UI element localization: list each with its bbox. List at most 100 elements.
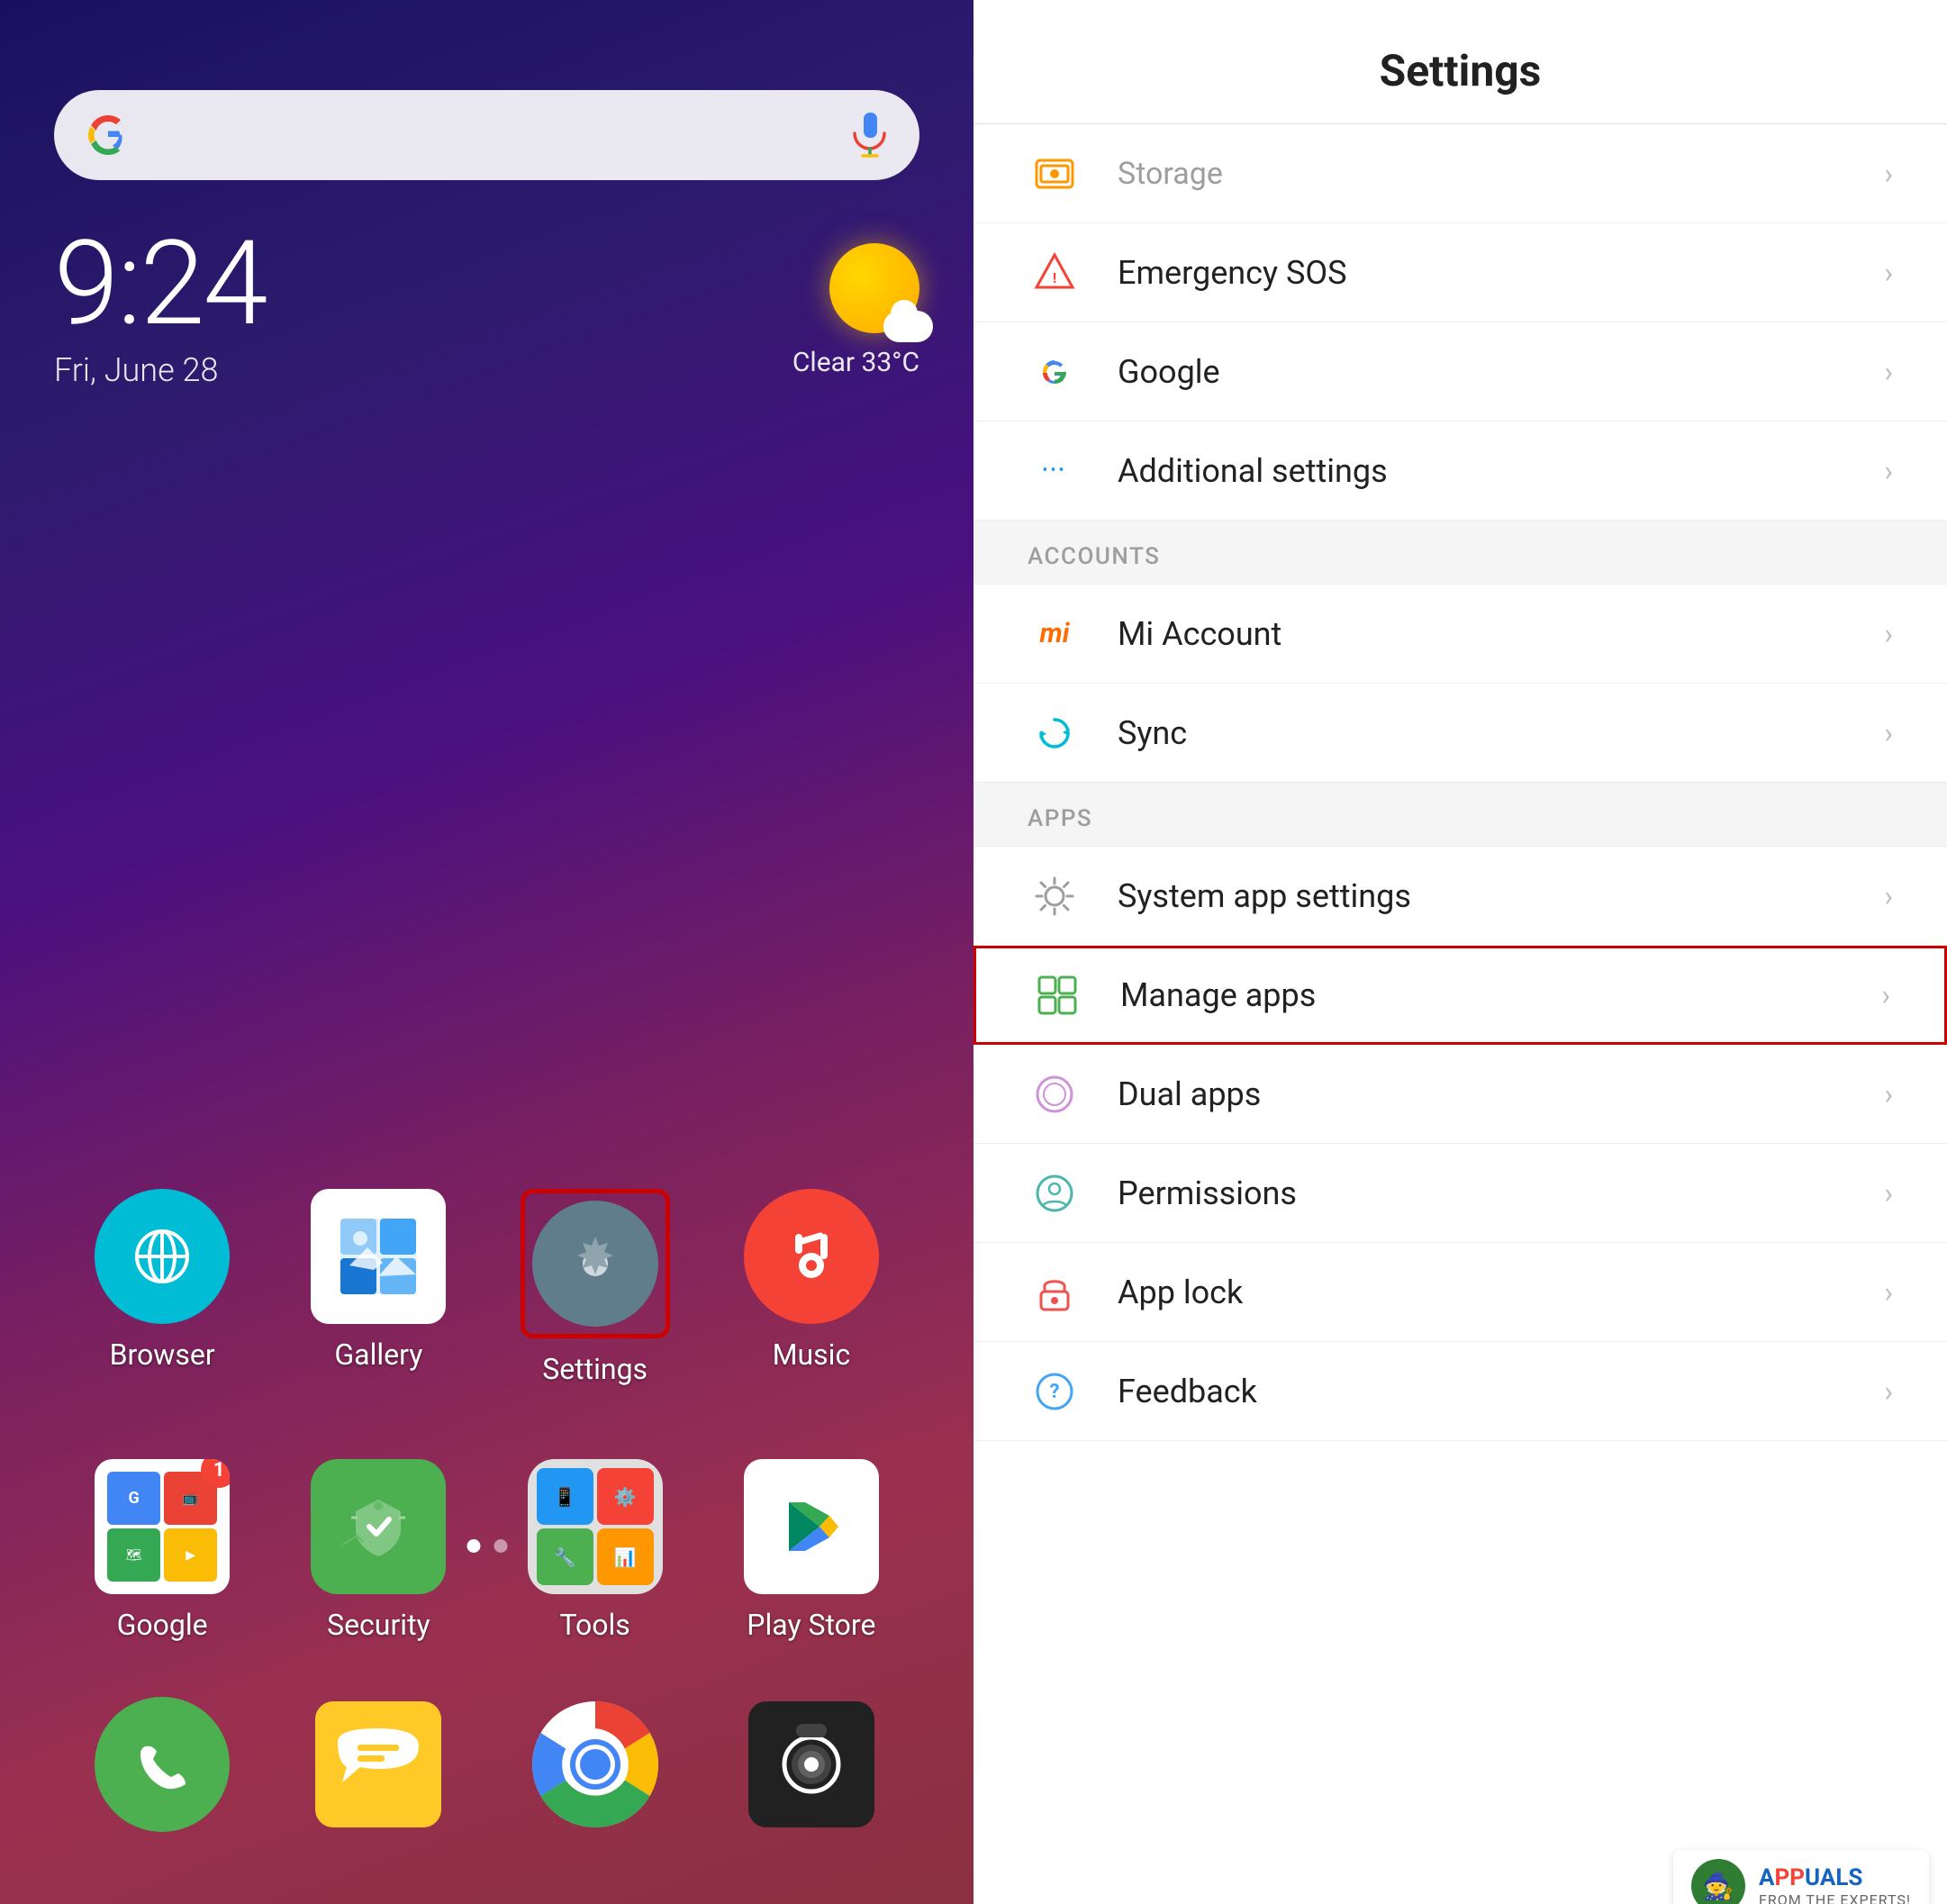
app-music[interactable]: Music xyxy=(721,1189,901,1372)
system-apps-arrow: › xyxy=(1884,879,1893,913)
permissions-icon xyxy=(1028,1166,1082,1220)
browser-label: Browser xyxy=(110,1337,215,1372)
bottom-dock xyxy=(54,1697,919,1832)
app-browser[interactable]: Browser xyxy=(72,1189,252,1372)
settings-item-manage-apps[interactable]: Manage apps › xyxy=(973,946,1947,1045)
sos-text: Emergency SOS xyxy=(1118,254,1884,292)
additional-settings-icon: ••• xyxy=(1028,444,1082,498)
storage-icon xyxy=(1028,147,1082,201)
dock-camera[interactable] xyxy=(721,1697,901,1832)
settings-panel: Settings Storage › ! Emergency xyxy=(973,0,1947,1904)
search-bar[interactable] xyxy=(54,90,919,180)
settings-item-permissions[interactable]: Permissions › xyxy=(973,1144,1947,1243)
google-text: Google xyxy=(1118,353,1884,391)
additional-arrow: › xyxy=(1884,454,1893,488)
applock-text: App lock xyxy=(1118,1274,1884,1311)
date-display: Fri, June 28 xyxy=(54,351,267,389)
messages-icon xyxy=(311,1697,446,1832)
mi-account-arrow: › xyxy=(1884,617,1893,651)
settings-item-sync[interactable]: Sync › xyxy=(973,684,1947,783)
settings-item-google[interactable]: Google › xyxy=(973,322,1947,422)
home-screen: 9:24 Fri, June 28 Clear 33°C xyxy=(0,0,973,1904)
settings-item-applock[interactable]: App lock › xyxy=(973,1243,1947,1342)
weather-cloud xyxy=(883,311,933,342)
settings-header: Settings xyxy=(973,0,1947,124)
tools-label: Tools xyxy=(559,1608,629,1642)
dock-phone[interactable] xyxy=(72,1697,252,1832)
playstore-label: Play Store xyxy=(747,1608,875,1642)
page-indicator xyxy=(466,1539,507,1553)
applock-icon xyxy=(1028,1265,1082,1319)
chrome-icon xyxy=(528,1697,663,1832)
dual-apps-icon xyxy=(1028,1067,1082,1121)
security-icon-app xyxy=(311,1459,446,1594)
accounts-section-header: ACCOUNTS xyxy=(973,521,1947,585)
sync-arrow: › xyxy=(1884,716,1893,750)
browser-icon xyxy=(95,1189,230,1324)
svg-text:!: ! xyxy=(1053,269,1056,286)
settings-item-storage[interactable]: Storage › xyxy=(973,124,1947,223)
sync-text: Sync xyxy=(1118,714,1884,752)
sos-icon: ! xyxy=(1028,246,1082,300)
app-google[interactable]: 1 G 📺 🗺 ▶ Google xyxy=(72,1459,252,1642)
manage-apps-icon xyxy=(1030,968,1084,1022)
settings-item-additional[interactable]: ••• Additional settings › xyxy=(973,422,1947,521)
appuals-watermark: 🧙 APPUALS FROM THE EXPERTS! xyxy=(1673,1850,1929,1904)
security-label: Security xyxy=(327,1608,430,1642)
manage-apps-text: Manage apps xyxy=(1120,976,1881,1014)
dock-chrome[interactable] xyxy=(505,1697,685,1832)
dual-apps-arrow: › xyxy=(1884,1077,1893,1111)
weather-text: Clear 33°C xyxy=(792,347,919,378)
dock-messages[interactable] xyxy=(288,1697,468,1832)
permissions-arrow: › xyxy=(1884,1176,1893,1210)
gallery-icon xyxy=(311,1189,446,1324)
storage-text: Storage xyxy=(1118,156,1884,192)
app-settings[interactable]: Settings xyxy=(505,1189,685,1386)
apps-section-header: APPS xyxy=(973,783,1947,847)
system-apps-icon xyxy=(1028,869,1082,923)
sos-arrow: › xyxy=(1884,256,1893,290)
settings-title: Settings xyxy=(1028,45,1893,96)
app-security[interactable]: Security xyxy=(288,1459,468,1642)
weather-widget: Clear 33°C xyxy=(792,243,919,378)
time-display: 9:24 xyxy=(54,225,267,342)
additional-text: Additional settings xyxy=(1118,452,1884,490)
feedback-icon: ? xyxy=(1028,1365,1082,1419)
dot-1 xyxy=(466,1539,480,1553)
dual-apps-text: Dual apps xyxy=(1118,1075,1884,1113)
permissions-text: Permissions xyxy=(1118,1174,1884,1212)
google-label: Google xyxy=(117,1608,208,1642)
google-apps-icon: 1 G 📺 🗺 ▶ xyxy=(95,1459,230,1594)
appuals-logo: 🧙 xyxy=(1691,1859,1745,1904)
sync-icon xyxy=(1028,706,1082,760)
storage-arrow: › xyxy=(1884,157,1893,191)
manage-apps-arrow: › xyxy=(1881,978,1890,1012)
settings-item-dual-apps[interactable]: Dual apps › xyxy=(973,1045,1947,1144)
mic-icon[interactable] xyxy=(847,113,892,158)
settings-item-system-apps[interactable]: System app settings › xyxy=(973,847,1947,946)
settings-item-feedback[interactable]: ? Feedback › xyxy=(973,1342,1947,1441)
music-icon xyxy=(744,1189,879,1324)
settings-label: Settings xyxy=(542,1352,647,1386)
google-logo xyxy=(81,108,135,162)
tools-icon: 📱 ⚙️ 🔧 📊 xyxy=(528,1459,663,1594)
feedback-text: Feedback xyxy=(1118,1373,1884,1410)
app-tools[interactable]: 📱 ⚙️ 🔧 📊 Tools xyxy=(505,1459,685,1642)
app-gallery[interactable]: Gallery xyxy=(288,1189,468,1372)
mi-account-text: Mi Account xyxy=(1118,615,1884,653)
system-apps-text: System app settings xyxy=(1118,877,1884,915)
app-grid-row1: Browser Gallery xyxy=(54,1189,919,1386)
app-playstore[interactable]: Play Store xyxy=(721,1459,901,1642)
phone-icon xyxy=(95,1697,230,1832)
google-arrow: › xyxy=(1884,355,1893,389)
settings-icon xyxy=(532,1201,658,1327)
settings-item-sos[interactable]: ! Emergency SOS › xyxy=(973,223,1947,322)
mi-account-icon: mi xyxy=(1028,607,1082,661)
music-label: Music xyxy=(773,1337,851,1372)
feedback-arrow: › xyxy=(1884,1374,1893,1409)
time-widget: 9:24 Fri, June 28 xyxy=(54,225,267,389)
appuals-tagline: FROM THE EXPERTS! xyxy=(1759,1891,1911,1904)
settings-item-mi-account[interactable]: mi Mi Account › xyxy=(973,585,1947,684)
playstore-icon xyxy=(744,1459,879,1594)
gallery-label: Gallery xyxy=(334,1337,422,1372)
